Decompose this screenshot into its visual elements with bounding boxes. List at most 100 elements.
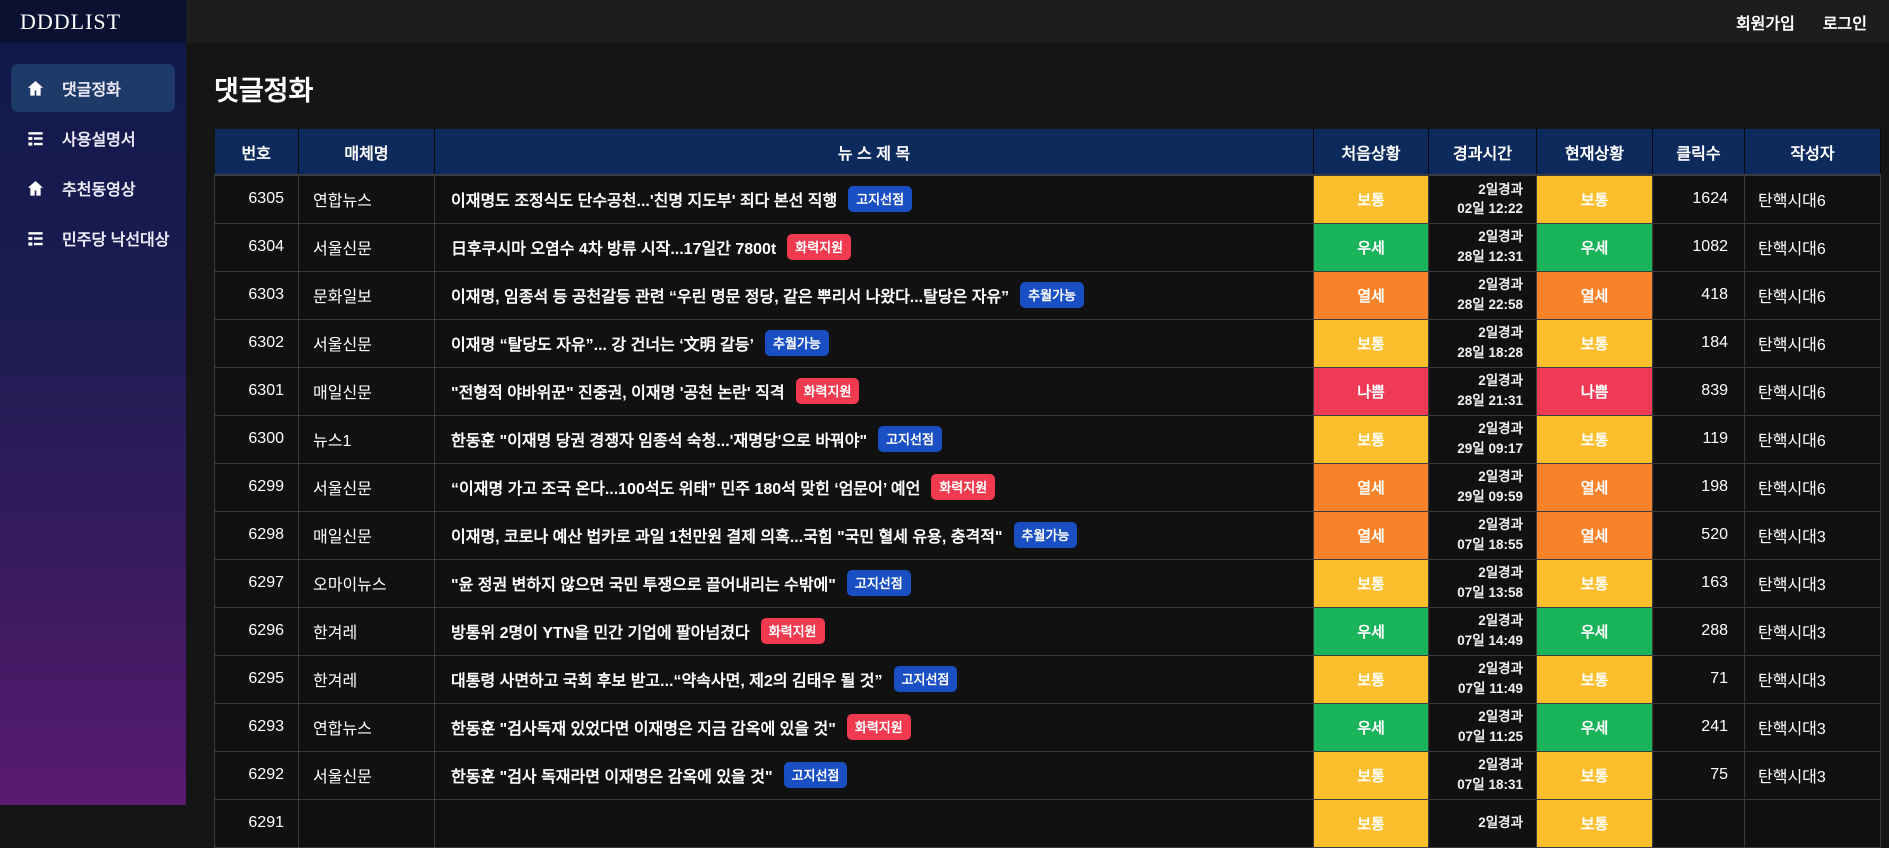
elapsed-line1: 2일경과 [1429,813,1523,833]
sidebar-item-label: 댓글정화 [62,76,121,100]
elapsed-line1: 2일경과 [1429,275,1523,295]
news-title-link[interactable]: 日후쿠시마 오염수 4차 방류 시작...17일간 7800t [451,241,776,258]
signup-link[interactable]: 회원가입 [1736,10,1795,34]
sidebar-item-comment-purify[interactable]: 댓글정화 [11,64,175,112]
news-title-cell: "전형적 야바위꾼" 진중권, 이재명 '공천 논란' 직격화력지원 [435,367,1314,415]
news-badge: 추월가능 [1014,522,1078,548]
row-number-cell: 6291 [215,799,299,847]
header-number: 번호 [215,129,299,175]
news-title-link[interactable]: 이재명 “탈당도 자유”... 강 건너는 ‘文明 갈등’ [451,337,754,354]
news-title-link[interactable]: 이재명, 임종석 등 공천갈등 관련 “우린 명문 정당, 같은 뿌리서 나왔다… [451,289,1009,306]
sidebar-nav: 댓글정화 사용설명서 추천동영상 민주당 낙선대상 [0,43,186,262]
media-name-cell: 서울신문 [299,463,435,511]
news-badge: 화력지원 [787,234,851,260]
news-title-link[interactable]: 한동훈 "이재명 당권 경쟁자 임종석 숙청...'재명당'으로 바꿔야" [451,433,867,450]
news-badge: 고지선점 [784,762,848,788]
media-name-cell: 매일신문 [299,367,435,415]
row-number-cell: 6296 [215,607,299,655]
media-name-cell: 문화일보 [299,271,435,319]
media-name-cell: 오마이뉴스 [299,559,435,607]
elapsed-time-cell: 2일경과07일 11:25 [1429,703,1537,751]
news-badge: 화력지원 [931,474,995,500]
sidebar: DDDLIST 댓글정화 사용설명서 추천동영상 민주당 낙선대상 [0,0,186,805]
elapsed-line2: 29일 09:59 [1429,487,1523,507]
elapsed-line2: 07일 11:49 [1429,679,1523,699]
list-icon [26,129,45,148]
table-row: 6302서울신문이재명 “탈당도 자유”... 강 건너는 ‘文明 갈등’추월가… [215,319,1881,367]
row-number-cell: 6300 [215,415,299,463]
elapsed-line1: 2일경과 [1429,323,1523,343]
header-current-status: 현재상황 [1537,129,1653,175]
brand-logo[interactable]: DDDLIST [0,0,186,43]
clicks-cell: 520 [1653,511,1745,559]
news-title-link[interactable]: 한동훈 "검사 독재라면 이재명은 감옥에 있을 것" [451,769,773,786]
start-status-cell: 열세 [1314,511,1429,559]
sidebar-item-label: 추천동영상 [62,176,136,200]
elapsed-time-cell: 2일경과29일 09:59 [1429,463,1537,511]
sidebar-item-defeat-targets[interactable]: 민주당 낙선대상 [11,214,175,262]
elapsed-line2: 02일 12:22 [1429,199,1523,219]
author-cell: 탄핵시대6 [1745,415,1881,463]
row-number-cell: 6305 [215,175,299,223]
elapsed-time-cell: 2일경과28일 18:28 [1429,319,1537,367]
sidebar-item-label: 사용설명서 [62,126,136,150]
row-number-cell: 6303 [215,271,299,319]
row-number-cell: 6298 [215,511,299,559]
current-status-cell: 열세 [1537,463,1653,511]
header-news-title: 뉴 스 제 목 [435,129,1314,175]
media-name-cell: 서울신문 [299,751,435,799]
row-number-cell: 6299 [215,463,299,511]
list-icon [26,229,45,248]
news-title-cell: 한동훈 "검사독재 있었다면 이재명은 지금 감옥에 있을 것"화력지원 [435,703,1314,751]
clicks-cell: 1624 [1653,175,1745,223]
row-number-cell: 6301 [215,367,299,415]
news-badge: 고지선점 [847,570,911,596]
current-status-cell: 보통 [1537,655,1653,703]
elapsed-time-cell: 2일경과07일 18:55 [1429,511,1537,559]
author-cell: 탄핵시대6 [1745,223,1881,271]
news-title-link[interactable]: 이재명도 조정식도 단수공천...'친명 지도부' 죄다 본선 직행 [451,193,837,210]
news-title-cell: 이재명, 코로나 예산 법카로 과일 1천만원 결제 의혹...국힘 "국민 혈… [435,511,1314,559]
login-link[interactable]: 로그인 [1823,10,1867,34]
row-number-cell: 6297 [215,559,299,607]
elapsed-line2: 28일 12:31 [1429,247,1523,267]
table-row: 6301매일신문"전형적 야바위꾼" 진중권, 이재명 '공천 논란' 직격화력… [215,367,1881,415]
news-title-link[interactable]: 한동훈 "검사독재 있었다면 이재명은 지금 감옥에 있을 것" [451,721,836,738]
news-title-cell: 日후쿠시마 오염수 4차 방류 시작...17일간 7800t 화력지원 [435,223,1314,271]
current-status-cell: 보통 [1537,799,1653,847]
elapsed-time-cell: 2일경과07일 18:31 [1429,751,1537,799]
news-title-cell: “이재명 가고 조국 온다...100석도 위태” 민주 180석 맞힌 ‘엄문… [435,463,1314,511]
elapsed-time-cell: 2일경과07일 13:58 [1429,559,1537,607]
media-name-cell: 서울신문 [299,223,435,271]
clicks-cell [1653,799,1745,847]
start-status-cell: 열세 [1314,271,1429,319]
news-title-link[interactable]: 이재명, 코로나 예산 법카로 과일 1천만원 결제 의혹...국힘 "국민 혈… [451,529,1003,546]
news-title-link[interactable]: "윤 정권 변하지 않으면 국민 투쟁으로 끌어내리는 수밖에" [451,577,836,594]
table-row: 6300뉴스1한동훈 "이재명 당권 경쟁자 임종석 숙청...'재명당'으로 … [215,415,1881,463]
home-icon [26,179,45,198]
author-cell: 탄핵시대6 [1745,175,1881,223]
clicks-cell: 184 [1653,319,1745,367]
news-title-cell: 한동훈 "검사 독재라면 이재명은 감옥에 있을 것" 고지선점 [435,751,1314,799]
sidebar-item-manual[interactable]: 사용설명서 [11,114,175,162]
news-title-link[interactable]: 방통위 2명이 YTN을 민간 기업에 팔아넘겼다 [451,625,750,642]
news-title-link[interactable]: "전형적 야바위꾼" 진중권, 이재명 '공천 논란' 직격 [451,385,785,402]
news-badge: 추월가능 [1020,282,1084,308]
elapsed-time-cell: 2일경과07일 11:49 [1429,655,1537,703]
author-cell [1745,799,1881,847]
news-title-link[interactable]: 대통령 사면하고 국회 후보 받고...“약속사면, 제2의 김태우 될 것” [451,673,883,690]
main-content: 댓글정화 번호 매체명 뉴 스 제 목 처음상황 경과시간 현재상황 클릭수 작… [186,43,1889,805]
start-status-cell: 우세 [1314,607,1429,655]
author-cell: 탄핵시대6 [1745,271,1881,319]
news-title-link[interactable]: “이재명 가고 조국 온다...100석도 위태” 민주 180석 맞힌 ‘엄문… [451,481,920,498]
elapsed-line1: 2일경과 [1429,515,1523,535]
home-icon [26,79,45,98]
start-status-cell: 보통 [1314,319,1429,367]
sidebar-item-recommended-videos[interactable]: 추천동영상 [11,164,175,212]
page-title: 댓글정화 [214,69,1889,108]
elapsed-time-cell: 2일경과02일 12:22 [1429,175,1537,223]
table-row: 6304서울신문日후쿠시마 오염수 4차 방류 시작...17일간 7800t화… [215,223,1881,271]
table-row: 6295한겨레대통령 사면하고 국회 후보 받고...“약속사면, 제2의 김태… [215,655,1881,703]
table-row: 6292서울신문한동훈 "검사 독재라면 이재명은 감옥에 있을 것"고지선점보… [215,751,1881,799]
news-badge: 고지선점 [878,426,942,452]
